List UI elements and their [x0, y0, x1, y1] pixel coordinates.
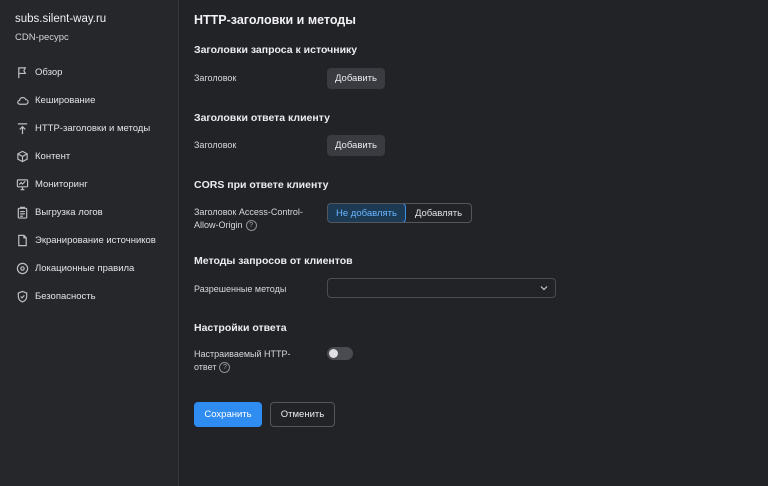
shield-icon: [15, 289, 29, 303]
sidebar-item-label: Мониторинг: [35, 178, 88, 190]
clipboard-icon: [15, 205, 29, 219]
resource-type: CDN-ресурс: [15, 32, 69, 43]
sidebar-item-label: Безопасность: [35, 290, 96, 302]
flag-icon: [15, 65, 29, 79]
request-header-label: Заголовок: [194, 73, 237, 83]
chevron-down-icon: [540, 286, 548, 291]
sidebar-item-label: Локационные правила: [35, 262, 135, 274]
sidebar-item-overview[interactable]: Обзор: [0, 58, 179, 86]
cors-option-add[interactable]: Добавлять: [406, 204, 471, 222]
sidebar-item-http-headers[interactable]: HTTP-заголовки и методы: [0, 114, 179, 142]
sidebar-item-label: Обзор: [35, 66, 63, 78]
cors-segmented-control: Не добавлять Добавлять: [327, 203, 473, 223]
cors-option-dont-add[interactable]: Не добавлять: [328, 204, 406, 222]
cors-label: Заголовок Access-Control- Allow-Origin?: [194, 206, 303, 232]
upload-icon: [15, 121, 29, 135]
sidebar-item-label: Контент: [35, 150, 71, 162]
sidebar-item-caching[interactable]: Кеширование: [0, 86, 179, 114]
response-settings-title: Настройки ответа: [194, 322, 287, 334]
save-button[interactable]: Сохранить: [194, 402, 262, 427]
sidebar-item-label: HTTP-заголовки и методы: [35, 122, 151, 134]
sidebar-item-label: Выгрузка логов: [35, 206, 103, 218]
help-icon[interactable]: ?: [245, 220, 257, 232]
document-icon: [15, 233, 29, 247]
custom-http-response-label-line2: ответ: [194, 362, 217, 372]
sidebar-item-label: Кеширование: [35, 94, 96, 106]
sidebar-item-monitoring[interactable]: Мониторинг: [0, 170, 179, 198]
request-headers-title: Заголовки запроса к источнику: [194, 44, 358, 56]
response-header-label: Заголовок: [194, 140, 237, 150]
sidebar-item-log-export[interactable]: Выгрузка логов: [0, 198, 179, 226]
sidebar-nav: Обзор Кеширование HTTP-заголовки и метод…: [0, 58, 179, 310]
resource-name: subs.silent-way.ru: [15, 13, 107, 25]
page-title: HTTP-заголовки и методы: [194, 13, 356, 27]
sidebar-item-label: Экранирование источников: [35, 234, 156, 246]
cloud-icon: [15, 93, 29, 107]
cancel-button[interactable]: Отменить: [270, 402, 335, 427]
sidebar-item-origin-shielding[interactable]: Экранирование источников: [0, 226, 179, 254]
allowed-methods-select[interactable]: [327, 278, 556, 298]
sidebar-item-content[interactable]: Контент: [0, 142, 179, 170]
location-icon: [15, 261, 29, 275]
add-response-header-button[interactable]: Добавить: [327, 135, 385, 156]
cors-label-line1: Заголовок Access-Control-: [194, 207, 303, 217]
custom-http-response-toggle[interactable]: [327, 347, 353, 360]
allowed-methods-label: Разрешенные методы: [194, 284, 287, 294]
cors-title: CORS при ответе клиенту: [194, 179, 329, 191]
sidebar-item-security[interactable]: Безопасность: [0, 282, 179, 310]
cube-icon: [15, 149, 29, 163]
monitor-icon: [15, 177, 29, 191]
cors-label-line2: Allow-Origin: [194, 220, 243, 230]
methods-title: Методы запросов от клиентов: [194, 255, 353, 267]
help-icon[interactable]: ?: [219, 362, 231, 374]
add-request-header-button[interactable]: Добавить: [327, 68, 385, 89]
response-headers-title: Заголовки ответа клиенту: [194, 112, 330, 124]
toggle-knob: [329, 349, 338, 358]
sidebar: subs.silent-way.ru CDN-ресурс Обзор Кеши…: [0, 0, 179, 486]
custom-http-response-label-line1: Настраиваемый HTTP-: [194, 349, 291, 359]
custom-http-response-label: Настраиваемый HTTP- ответ?: [194, 348, 291, 374]
sidebar-item-location-rules[interactable]: Локационные правила: [0, 254, 179, 282]
